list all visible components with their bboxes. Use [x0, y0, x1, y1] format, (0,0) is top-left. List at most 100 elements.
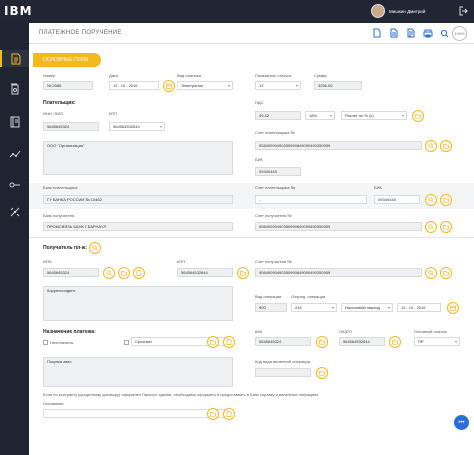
queue-label: Очеред. операции	[291, 294, 326, 299]
payer-account-folder-button[interactable]	[440, 140, 452, 152]
sidebar-item-analytics[interactable]	[6, 145, 23, 162]
queue-select[interactable]: 234	[291, 303, 337, 312]
kbk-folder-button[interactable]	[316, 336, 328, 348]
book-icon	[10, 116, 19, 127]
nds-field[interactable]: 49.42	[255, 111, 301, 120]
payee-bank-field[interactable]: ПРОМСВЯЗЬ БАНК Г.БАРНАУЛ	[43, 222, 233, 231]
nds-folder-button[interactable]	[412, 110, 424, 122]
title-bar: ПЛАТЕЖНОЕ ПОРУЧЕНИЕ 100%	[29, 23, 474, 44]
payer-account-label: Счет плательщика №	[255, 130, 295, 135]
optype-field[interactable]: 900	[255, 303, 287, 312]
more-actions-button[interactable]: •••	[454, 415, 469, 430]
payer-bik-field[interactable]: 09340445	[255, 167, 301, 176]
number-field[interactable]: № 2586	[43, 81, 93, 90]
nds-percent-select[interactable]: 18%	[305, 111, 335, 120]
avatar[interactable]	[371, 4, 385, 18]
divider	[29, 237, 474, 238]
status-label: Показатель статуса	[255, 73, 292, 78]
search-icon	[440, 29, 448, 37]
tab-main-fields[interactable]: ОСНОВНЫЕ ПОЛЯ	[33, 53, 101, 67]
sidebar-item-transfers[interactable]	[6, 176, 23, 193]
page-title: ПЛАТЕЖНОЕ ПОРУЧЕНИЕ	[39, 30, 122, 36]
paytype-select[interactable]: Электронно	[177, 81, 233, 90]
logout-icon[interactable]	[459, 6, 469, 16]
tax-type-doc-button[interactable]	[223, 336, 235, 348]
payee-inn-doc-button[interactable]	[133, 267, 145, 279]
payee-inn-search-button[interactable]	[103, 267, 115, 279]
payer-inn-field[interactable]: 5645645324	[43, 122, 99, 131]
printer-icon	[423, 29, 433, 37]
sidebar-item-statements[interactable]	[6, 113, 23, 130]
search-button[interactable]	[437, 26, 451, 40]
user-name[interactable]: Мишкин Дмитрий	[389, 9, 425, 14]
user-menu[interactable]: Мишкин Дмитрий	[371, 4, 425, 18]
search-icon	[428, 224, 434, 230]
currency-code-label: Код вида валютной операции	[255, 359, 310, 364]
folder-icon	[443, 225, 449, 230]
payer-section-title: Плательщик:	[43, 100, 76, 106]
basis-folder-button[interactable]	[207, 408, 219, 420]
date-field[interactable]: 12 . 10 . 2016	[109, 81, 159, 90]
tax-type-folder-button[interactable]	[207, 336, 219, 348]
tax-type-checkbox[interactable]	[124, 340, 129, 345]
unpaid-checkbox[interactable]	[43, 340, 48, 345]
more-icon: •••	[458, 419, 465, 426]
folder-icon	[319, 371, 325, 376]
payee-bank-folder-button[interactable]	[440, 221, 452, 233]
status-select[interactable]: 13	[255, 81, 301, 90]
tax-period-date-field[interactable]: 12 . 10 . 2016	[397, 303, 441, 312]
payer-kpp-label: КПП	[109, 111, 118, 116]
payer-bank-label: Банк плательщика	[43, 185, 78, 190]
payer-account-search-button[interactable]	[425, 140, 437, 152]
tax-period-select[interactable]: Налоговый период	[341, 303, 393, 312]
nds-calc-select[interactable]: Расчет по % (с)	[341, 111, 407, 120]
payee-inn-field[interactable]: 5645645324	[43, 268, 99, 277]
okato-field[interactable]: 564564532644	[339, 337, 385, 346]
kbk-field[interactable]: 5645645324	[255, 337, 311, 346]
zoom-indicator[interactable]: 100%	[452, 26, 467, 41]
payer-bank-bik-field[interactable]: 09340445	[374, 195, 420, 204]
payer-account-field[interactable]: 90849090490350990849090490350959	[255, 141, 422, 150]
print-button[interactable]	[421, 26, 435, 40]
purpose-text-field[interactable]: Покупка авто	[43, 357, 233, 387]
payee-search-button[interactable]	[89, 242, 101, 254]
sum-field[interactable]: 3256.00	[314, 81, 362, 90]
payee-inn-folder-button[interactable]	[118, 267, 130, 279]
payee-bank-account-field[interactable]: 90849090490350990849090490350959	[255, 222, 422, 231]
payee-kpp-folder-button[interactable]	[237, 267, 249, 279]
file-text-icon	[390, 28, 398, 38]
payer-bank-account-field[interactable]: ...	[255, 195, 367, 204]
payer-name-field[interactable]: ООО "Организация"	[43, 141, 233, 175]
ibm-logo: IBM	[4, 4, 33, 18]
folder-icon	[240, 271, 246, 276]
payee-bank-search-button[interactable]	[425, 221, 437, 233]
copy-doc-button[interactable]	[387, 26, 401, 40]
sidebar-item-settings[interactable]	[6, 203, 23, 220]
tax-period-calendar-button[interactable]	[447, 302, 459, 314]
basis-docs-field[interactable]	[43, 409, 233, 418]
calendar-button[interactable]	[163, 80, 175, 92]
new-doc-button[interactable]	[370, 26, 384, 40]
payee-account-search-button[interactable]	[425, 267, 437, 279]
basis-select[interactable]: ПР	[414, 337, 460, 346]
payer-kpp-select[interactable]: 564564532644	[109, 122, 165, 131]
okato-folder-button[interactable]	[389, 336, 401, 348]
payer-bank-folder-button[interactable]	[440, 194, 452, 206]
sidebar-item-documents[interactable]	[0, 50, 29, 67]
payee-account-field[interactable]: 90849090490350990849090490350959	[255, 268, 422, 277]
payee-kpp-field[interactable]: 564564532644	[177, 268, 233, 277]
payee-name-field[interactable]: Корреспондент	[43, 286, 233, 321]
file-icon	[226, 411, 232, 417]
payee-account-folder-button[interactable]	[440, 267, 452, 279]
currency-folder-button[interactable]	[316, 367, 328, 379]
payee-bank-label: Банк получателя	[43, 213, 75, 218]
export-doc-button[interactable]	[404, 26, 418, 40]
currency-code-field[interactable]	[255, 368, 311, 377]
payer-bank-field[interactable]: ГУ БАНКА РОССИИ № 10462	[43, 195, 233, 204]
sidebar-item-payments[interactable]	[6, 80, 23, 97]
date-label: Дата	[109, 73, 118, 78]
basis-doc-button[interactable]	[223, 408, 235, 420]
payer-bank-search-button[interactable]	[425, 194, 437, 206]
file-icon	[226, 339, 232, 345]
folder-icon	[210, 412, 216, 417]
